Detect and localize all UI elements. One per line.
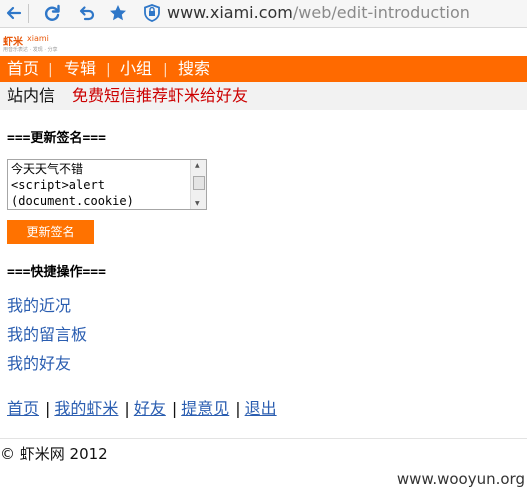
update-signature-button[interactable]: 更新签名: [7, 220, 94, 244]
footer-separator: |: [235, 399, 241, 418]
watermark: www.wooyun.org: [396, 470, 525, 488]
main-nav: 首页 | 专辑 | 小组 | 搜索: [0, 56, 527, 82]
nav-separator: |: [163, 62, 168, 78]
nav-separator: |: [48, 62, 53, 78]
footer-link-feedback[interactable]: 提意见: [181, 399, 229, 418]
back-arrow-icon[interactable]: [4, 3, 24, 23]
signature-text: 今天天气不错 <script>alert (document.cookie): [11, 161, 134, 209]
signature-line: 今天天气不错: [11, 162, 84, 176]
nav-item-groups[interactable]: 小组: [120, 58, 152, 80]
my-message-board-link[interactable]: 我的留言板: [7, 325, 87, 345]
footer-link-logout[interactable]: 退出: [245, 399, 277, 418]
footer-link-my-xiami[interactable]: 我的虾米: [54, 399, 118, 418]
quick-actions-heading: ===快捷操作===: [7, 265, 106, 280]
footer-separator: |: [124, 399, 130, 418]
nav-separator: |: [106, 62, 111, 78]
browser-toolbar: www.xiami.com/web/edit-introduction: [0, 0, 527, 28]
logo-en: xiami: [27, 34, 49, 43]
my-friends-link[interactable]: 我的好友: [7, 354, 71, 374]
footer-nav: 首页 | 我的虾米 | 好友 | 提意见 | 退出: [7, 399, 277, 419]
star-icon[interactable]: [108, 3, 128, 23]
scroll-thumb[interactable]: [193, 176, 205, 190]
nav-item-search[interactable]: 搜索: [178, 58, 210, 80]
url-path: /web/edit-introduction: [292, 3, 470, 22]
signature-line: <script>alert: [11, 178, 105, 192]
undo-icon[interactable]: [76, 3, 96, 23]
signature-textarea[interactable]: 今天天气不错 <script>alert (document.cookie) ▲…: [7, 159, 207, 210]
refresh-icon[interactable]: [42, 3, 62, 23]
footer-link-friends[interactable]: 好友: [134, 399, 166, 418]
nav-item-home[interactable]: 首页: [7, 58, 39, 80]
signature-line: (document.cookie): [11, 194, 134, 208]
inbox-link[interactable]: 站内信: [7, 86, 55, 106]
footer-separator: |: [45, 399, 51, 418]
scroll-down-icon[interactable]: ▼: [195, 200, 200, 207]
my-status-link[interactable]: 我的近况: [7, 296, 71, 316]
footer-divider: [0, 438, 527, 439]
logo-tagline: 用音乐表达 · 发现 · 分享: [3, 47, 58, 53]
url-domain: www.xiami.com: [167, 3, 293, 22]
shield-icon[interactable]: [142, 3, 162, 23]
sms-promo-link[interactable]: 免费短信推荐虾米给好友: [72, 86, 248, 106]
nav-item-albums[interactable]: 专辑: [64, 58, 96, 80]
footer-link-home[interactable]: 首页: [7, 399, 39, 418]
copyright: © 虾米网 2012: [0, 445, 108, 463]
scroll-up-icon[interactable]: ▲: [195, 162, 200, 169]
sub-bar: 站内信 免费短信推荐虾米给好友: [0, 82, 527, 110]
toolbar-divider: [28, 4, 29, 23]
signature-heading: ===更新签名===: [7, 131, 106, 146]
textarea-scrollbar[interactable]: ▲ ▼: [190, 160, 206, 209]
address-bar[interactable]: www.xiami.com/web/edit-introduction: [167, 3, 470, 23]
footer-separator: |: [171, 399, 178, 418]
site-logo[interactable]: 虾米 xiami 用音乐表达 · 发现 · 分享: [3, 33, 63, 55]
